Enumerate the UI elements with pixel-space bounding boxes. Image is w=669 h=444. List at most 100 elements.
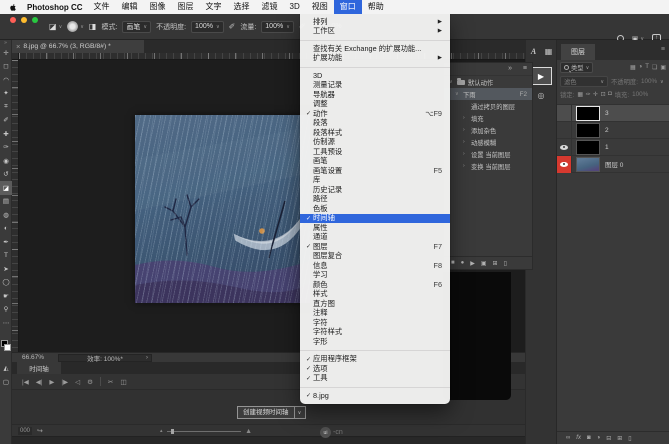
window-menu-item[interactable]: 画笔设置 F5	[300, 166, 450, 176]
color-swatches[interactable]	[1, 340, 12, 353]
menubar-item[interactable]: 图层	[172, 0, 200, 14]
action-row[interactable]: › 添加杂色	[444, 124, 532, 136]
new-layer-button[interactable]: ⊞	[617, 435, 622, 442]
brush-settings-panel-toggle[interactable]: ◨	[89, 22, 97, 31]
panel-menu-icon[interactable]: ≡	[523, 65, 527, 72]
close-window-button[interactable]	[10, 17, 16, 23]
shape-tool[interactable]: ◯	[0, 276, 12, 290]
prev-frame-button[interactable]: ◀|	[36, 378, 43, 386]
new-action-button[interactable]: ⊞	[493, 260, 498, 267]
window-menu-item[interactable]: 历史记录	[300, 185, 450, 195]
layer-filter-select[interactable]: 类型 ∨	[560, 62, 593, 73]
action-row[interactable]: › 设置 当前图层	[444, 148, 532, 160]
play-action-button[interactable]: ▶	[470, 260, 475, 267]
2[interactable]: 2	[557, 122, 669, 139]
filter-type-icon[interactable]: T	[645, 64, 649, 71]
layer-visibility-toggle[interactable]	[557, 122, 572, 139]
new-adjustment-layer-button[interactable]: ◑	[597, 435, 601, 441]
window-menu-item[interactable]: 调整	[300, 100, 450, 110]
window-menu-item[interactable]: 字符	[300, 318, 450, 328]
brush-preset-picker[interactable]: ∨	[67, 21, 84, 32]
window-menu-item[interactable]: 导航器	[300, 90, 450, 100]
zoom-in-icon[interactable]: ▲	[245, 428, 252, 435]
window-menu-item[interactable]: ✓ 时间轴	[300, 214, 450, 224]
edit-toolbar-button[interactable]: ⋯	[0, 316, 12, 330]
expand-icon[interactable]: ›	[463, 127, 468, 133]
pressure-opacity-icon[interactable]: ✐	[229, 22, 236, 31]
window-menu-item[interactable]: 测量记录	[300, 81, 450, 91]
actions-panel-icon[interactable]: ▶	[531, 67, 552, 85]
gradient-tool[interactable]: ▤	[0, 195, 12, 209]
window-menu-item[interactable]: 仿制源	[300, 138, 450, 148]
layer-thumbnail[interactable]	[577, 124, 599, 137]
window-menu-item[interactable]: 查找有关 Exchange 的扩展功能...	[300, 44, 450, 54]
window-menu-item[interactable]	[300, 350, 450, 351]
window-menu-item[interactable]: 段落	[300, 119, 450, 129]
record-button[interactable]: ●	[461, 260, 465, 266]
window-menu-item[interactable]: 字符样式	[300, 328, 450, 338]
panel-menu-icon[interactable]: ≡	[661, 46, 665, 53]
transition-button[interactable]: ◫	[120, 378, 126, 386]
opacity-value[interactable]: 100%	[641, 78, 657, 85]
dodge-tool[interactable]: ◐	[0, 222, 12, 236]
action-row[interactable]: › 填充	[444, 112, 532, 124]
window-menu-item[interactable]: 扩展功能 ▶	[300, 54, 450, 64]
menubar-item[interactable]: 视图	[306, 0, 334, 14]
quick-mask-button[interactable]: ◭	[0, 362, 12, 374]
expand-icon[interactable]: ›	[463, 115, 468, 121]
window-menu-item[interactable]: 3D	[300, 71, 450, 81]
close-tab-icon[interactable]: ×	[16, 42, 20, 51]
tool-preset-picker[interactable]: ◪ ∨	[49, 22, 62, 31]
efficiency-indicator[interactable]: 效率: 100%* ›	[58, 354, 152, 362]
history-brush-tool[interactable]: ↺	[0, 168, 12, 182]
fill-value[interactable]: 100%	[632, 91, 648, 98]
transport-button[interactable]	[100, 377, 101, 386]
layer-effects-button[interactable]: fx	[576, 435, 581, 441]
chevron-down-icon[interactable]: ∨	[295, 406, 306, 419]
expand-icon[interactable]: ∨	[455, 91, 460, 97]
lock-pixels-icon[interactable]: ✑	[586, 91, 591, 98]
navigator-panel-icon[interactable]: ▦	[542, 45, 555, 58]
zoom-tool[interactable]: ⚲	[0, 303, 12, 317]
action-row[interactable]: 通过拷贝的图层	[444, 100, 532, 112]
layer-thumbnail[interactable]	[577, 107, 599, 120]
clone-stamp-tool[interactable]: ◉	[0, 154, 12, 168]
menubar-item[interactable]: 3D	[284, 0, 306, 14]
window-menu-item[interactable]: 库	[300, 176, 450, 186]
window-menu-item[interactable]: 排列 ▶	[300, 17, 450, 27]
window-menu-item[interactable]: 信息 F8	[300, 261, 450, 271]
timeline-zoom-slider[interactable]: ▴ ▲	[160, 427, 252, 435]
play-button[interactable]: ▶	[49, 378, 54, 386]
window-menu-item[interactable]: 色板	[300, 204, 450, 214]
3[interactable]: 3	[557, 105, 669, 122]
window-menu-item[interactable]: 字形	[300, 337, 450, 347]
eyedropper-tool[interactable]: ✐	[0, 114, 12, 128]
lock-all-icon[interactable]: ◘	[608, 91, 612, 98]
pen-tool[interactable]: ✒	[0, 235, 12, 249]
window-menu-item[interactable]: ✓ 图层 F7	[300, 242, 450, 252]
mute-audio-button[interactable]: ◁	[75, 378, 80, 386]
opacity-select[interactable]: 100% ∨	[191, 21, 224, 33]
menubar-item[interactable]: 文字	[200, 0, 228, 14]
window-menu-item[interactable]	[300, 387, 450, 388]
menubar-item[interactable]: 滤镜	[256, 0, 284, 14]
layer-visibility-toggle[interactable]	[557, 105, 572, 122]
zoom-window-button[interactable]	[32, 17, 38, 23]
expand-icon[interactable]: ›	[463, 151, 468, 157]
link-layers-button[interactable]: ∞	[566, 435, 570, 441]
collapse-panel-icon[interactable]: »	[508, 65, 512, 72]
document-tab[interactable]: × 8.jpg @ 66.7% (3, RGB/8#) *	[12, 40, 144, 53]
flow-select[interactable]: 100% ∨	[261, 21, 294, 33]
lock-position-icon[interactable]: ✛	[593, 91, 598, 98]
add-layer-mask-button[interactable]: ◙	[587, 435, 591, 441]
apple-menu[interactable]	[9, 2, 18, 12]
eraser-tool[interactable]: ◪	[0, 181, 12, 195]
path-selection-tool[interactable]: ➤	[0, 262, 12, 276]
timeline-settings-button[interactable]: ⚙	[87, 378, 93, 386]
action-row[interactable]: › 动感模糊	[444, 136, 532, 148]
menubar-item[interactable]: 窗口	[334, 0, 362, 14]
minimize-window-button[interactable]	[21, 17, 27, 23]
window-menu-item[interactable]	[300, 40, 450, 41]
lock-transparency-icon[interactable]: ▦	[577, 91, 583, 98]
background-color-swatch[interactable]	[4, 344, 11, 351]
